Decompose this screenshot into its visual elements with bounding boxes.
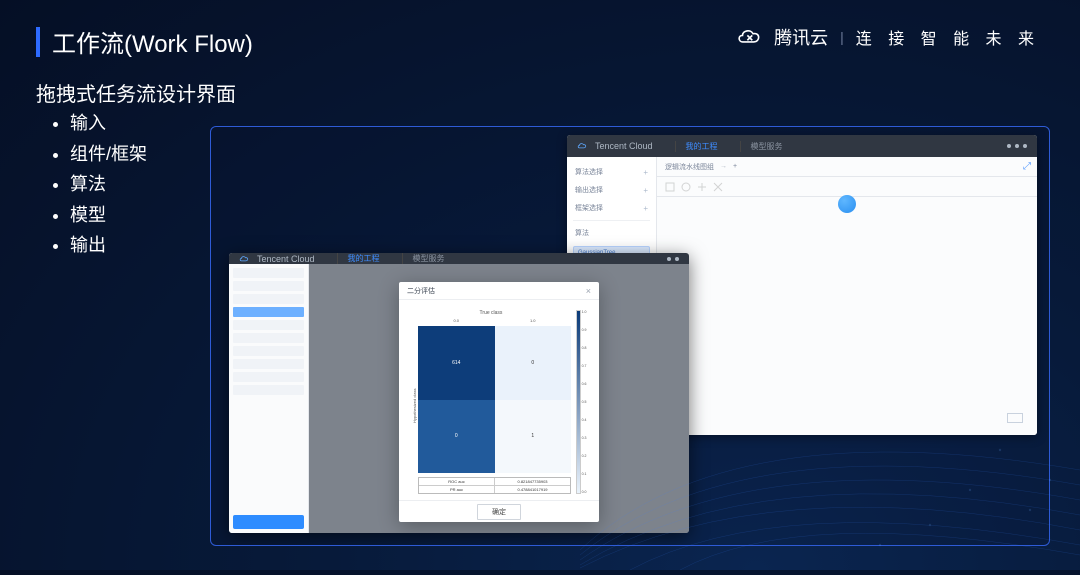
- title-accent-bar: [36, 27, 40, 57]
- app-topbar: Tencent Cloud 我的工程 模型服务: [229, 253, 689, 264]
- sidebar-algo-header: 算法: [573, 224, 650, 242]
- bullet-item: 输出: [70, 230, 147, 261]
- screenshot-frame: Tencent Cloud 我的工程 模型服务 算法选择+ 输出选择+ 框架选择…: [210, 126, 1050, 546]
- tab-model-service[interactable]: 模型服务: [402, 253, 445, 264]
- action-dot-icon[interactable]: [1023, 144, 1027, 148]
- app-topbar: Tencent Cloud 我的工程 模型服务: [567, 135, 1037, 157]
- bullet-item: 算法: [70, 169, 147, 200]
- heatmap-cell: 0: [418, 400, 495, 474]
- plus-icon[interactable]: +: [643, 186, 648, 195]
- x-ticks: 0.0 1.0: [418, 318, 571, 326]
- modal-header: 二分评估 ×: [399, 282, 599, 300]
- metrics-table: ROC auc 0.821847735903 PR auc 0.47884101…: [418, 477, 571, 494]
- workflow-node[interactable]: [838, 195, 856, 213]
- binary-eval-modal: 二分评估 × True class Hypothesized class 0.0: [399, 282, 599, 522]
- bullet-list: 输入 组件/框架 算法 模型 输出: [52, 108, 147, 261]
- bullet-item: 输入: [70, 108, 147, 139]
- table-row: ROC auc 0.821847735903: [419, 478, 570, 486]
- brand-header: 腾讯云 | 连 接 智 能 未 来: [736, 24, 1040, 50]
- topbar-actions: [1007, 144, 1027, 148]
- action-dot-icon[interactable]: [1007, 144, 1011, 148]
- metric-name: ROC auc: [419, 478, 495, 485]
- colorbar-ticks: 1.0 0.9 0.8 0.7 0.6 0.5 0.4 0.3 0.2 0.: [582, 310, 587, 494]
- colorbar: 1.0 0.9 0.8 0.7 0.6 0.5 0.4 0.3 0.2 0.: [575, 310, 587, 494]
- ok-button[interactable]: 确定: [477, 504, 521, 520]
- modal-body: True class Hypothesized class 0.0 1.0: [399, 300, 599, 500]
- chart-ylabel: Hypothesized class: [411, 318, 418, 494]
- colorbar-gradient: [576, 310, 581, 494]
- tool-icon[interactable]: [713, 182, 723, 192]
- metric-value: 0.821847735903: [495, 478, 570, 485]
- dimmed-sidebar: ▸ 调试 ▸ 输出: [229, 264, 309, 533]
- tencent-cloud-logo-icon: [736, 27, 762, 47]
- heatmap-cell: 1: [495, 400, 572, 474]
- tab-model-service[interactable]: 模型服务: [740, 141, 783, 152]
- minimap[interactable]: [1007, 413, 1023, 423]
- heatmap-grid: 614 0 0 1: [418, 326, 571, 473]
- topbar-actions: [667, 257, 679, 261]
- breadcrumb-arrow-icon: →: [720, 163, 727, 170]
- close-icon[interactable]: ×: [586, 286, 591, 296]
- canvas-toolbar: [657, 177, 1037, 197]
- metric-value: 0.478841017919: [495, 486, 570, 493]
- breadcrumb-text[interactable]: 逻辑流水线图组: [665, 162, 714, 172]
- add-button[interactable]: +: [733, 163, 737, 170]
- tab-my-project[interactable]: 我的工程: [337, 253, 380, 264]
- heatmap-cell: 0: [495, 326, 572, 400]
- metric-name: PR auc: [419, 486, 495, 493]
- cloud-logo-icon: [577, 141, 587, 151]
- modal-footer: 确定: [399, 500, 599, 522]
- sidebar-item-framework-select[interactable]: 框架选择+: [573, 199, 650, 217]
- plus-icon[interactable]: +: [643, 168, 648, 177]
- confusion-matrix-chart: True class Hypothesized class 0.0 1.0: [411, 310, 571, 494]
- action-dot-icon[interactable]: [675, 257, 679, 261]
- tab-my-project[interactable]: 我的工程: [675, 141, 718, 152]
- plus-icon[interactable]: +: [643, 204, 648, 213]
- modal-title: 二分评估: [407, 286, 435, 296]
- action-dot-icon[interactable]: [1015, 144, 1019, 148]
- tool-icon[interactable]: [665, 182, 675, 192]
- workflow-canvas[interactable]: 逻辑流水线图组 → + ⤢: [657, 157, 1037, 435]
- brand-tagline: 连 接 智 能 未 来: [856, 25, 1040, 49]
- app-brand: Tencent Cloud: [257, 254, 315, 264]
- run-button[interactable]: [233, 515, 304, 529]
- cloud-logo-icon: [239, 254, 249, 264]
- breadcrumb-bar: 逻辑流水线图组 → + ⤢: [657, 157, 1037, 177]
- table-row: PR auc 0.478841017919: [419, 486, 570, 493]
- sidebar-item-output-select[interactable]: 输出选择+: [573, 181, 650, 199]
- slide-title-wrap: 工作流(Work Flow): [36, 24, 253, 59]
- chart-xlabel: True class: [411, 310, 571, 316]
- expand-icon[interactable]: ⤢: [1023, 161, 1031, 172]
- heatmap-cell: 614: [418, 326, 495, 400]
- sidebar-item-algo-select[interactable]: 算法选择+: [573, 163, 650, 181]
- brand-divider: |: [840, 29, 844, 45]
- action-dot-icon[interactable]: [667, 257, 671, 261]
- brand-name: 腾讯云: [774, 24, 828, 50]
- bullet-item: 模型: [70, 200, 147, 231]
- slide-title: 工作流(Work Flow): [52, 24, 253, 59]
- evaluation-modal-screenshot: Tencent Cloud 我的工程 模型服务 ▸ 调试 ▸ 输出: [229, 253, 689, 533]
- bullet-item: 组件/框架: [70, 139, 147, 170]
- slide-subtitle: 拖拽式任务流设计界面: [36, 78, 236, 107]
- app-brand: Tencent Cloud: [595, 141, 653, 151]
- tool-icon[interactable]: [681, 182, 691, 192]
- tool-icon[interactable]: [697, 182, 707, 192]
